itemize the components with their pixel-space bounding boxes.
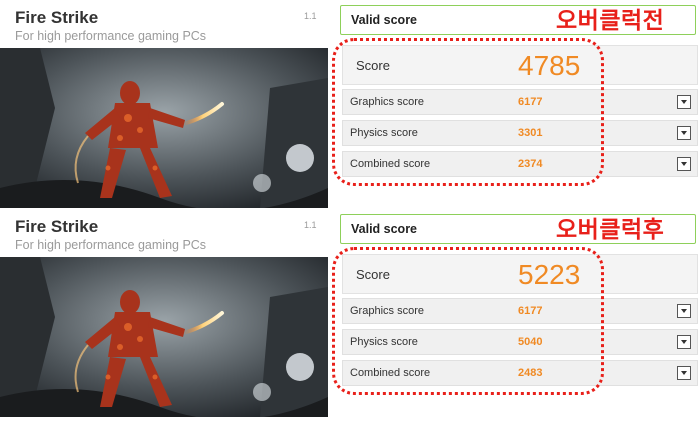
score-label: Score <box>356 267 390 282</box>
physics-score-value: 5040 <box>518 336 543 348</box>
chevron-down-icon[interactable] <box>677 304 691 318</box>
fire-strike-artwork <box>0 48 328 208</box>
combined-score-label: Combined score <box>350 158 431 170</box>
score-value: 4785 <box>518 50 581 81</box>
graphics-score-value: 6177 <box>518 96 543 108</box>
total-score-box: Score 5223 <box>342 254 698 294</box>
physics-score-row: Physics score 3301 <box>342 120 698 146</box>
valid-score-label: Valid score <box>351 13 418 27</box>
benchmark-result-panel-after: Fire Strike For high performance gaming … <box>0 209 700 417</box>
fire-strike-artwork <box>0 257 328 417</box>
graphics-score-label: Graphics score <box>350 96 424 108</box>
annotation-before-overclock: 오버클럭전 <box>556 8 665 34</box>
benchmark-result-panel-before: Fire Strike For high performance gaming … <box>0 0 700 208</box>
graphics-score-value: 6177 <box>518 305 543 317</box>
graphics-score-row: Graphics score 6177 <box>342 89 698 115</box>
chevron-down-icon[interactable] <box>677 335 691 349</box>
graphics-score-row: Graphics score 6177 <box>342 298 698 324</box>
score-summary: Valid score 오버클럭후 Score 5223 Graphics sc… <box>332 209 700 417</box>
score-label: Score <box>356 58 390 73</box>
total-score-box: Score 4785 <box>342 45 698 85</box>
chevron-down-icon[interactable] <box>677 95 691 109</box>
physics-score-row: Physics score 5040 <box>342 329 698 355</box>
score-summary: Valid score 오버클럭전 Score 4785 Graphics sc… <box>332 0 700 208</box>
benchmark-version: 1.1 <box>304 11 317 21</box>
chevron-down-icon[interactable] <box>677 366 691 380</box>
graphics-score-label: Graphics score <box>350 305 424 317</box>
physics-score-label: Physics score <box>350 336 418 348</box>
benchmark-hero-image <box>0 48 328 208</box>
benchmark-info: Fire Strike For high performance gaming … <box>0 0 330 208</box>
chevron-down-icon[interactable] <box>677 126 691 140</box>
valid-score-label: Valid score <box>351 222 418 236</box>
combined-score-value: 2483 <box>518 367 543 379</box>
benchmark-title: Fire Strike <box>15 217 99 236</box>
combined-score-label: Combined score <box>350 367 431 379</box>
combined-score-value: 2374 <box>518 158 543 170</box>
benchmark-title: Fire Strike <box>15 8 99 27</box>
benchmark-subtitle: For high performance gaming PCs <box>15 238 207 252</box>
combined-score-row: Combined score 2374 <box>342 151 698 177</box>
benchmark-version: 1.1 <box>304 220 317 230</box>
benchmark-subtitle: For high performance gaming PCs <box>15 29 207 43</box>
annotation-after-overclock: 오버클럭후 <box>556 217 665 243</box>
benchmark-info: Fire Strike For high performance gaming … <box>0 209 330 417</box>
chevron-down-icon[interactable] <box>677 157 691 171</box>
benchmark-hero-image <box>0 257 328 417</box>
physics-score-value: 3301 <box>518 127 543 139</box>
combined-score-row: Combined score 2483 <box>342 360 698 386</box>
score-value: 5223 <box>518 259 581 290</box>
physics-score-label: Physics score <box>350 127 418 139</box>
